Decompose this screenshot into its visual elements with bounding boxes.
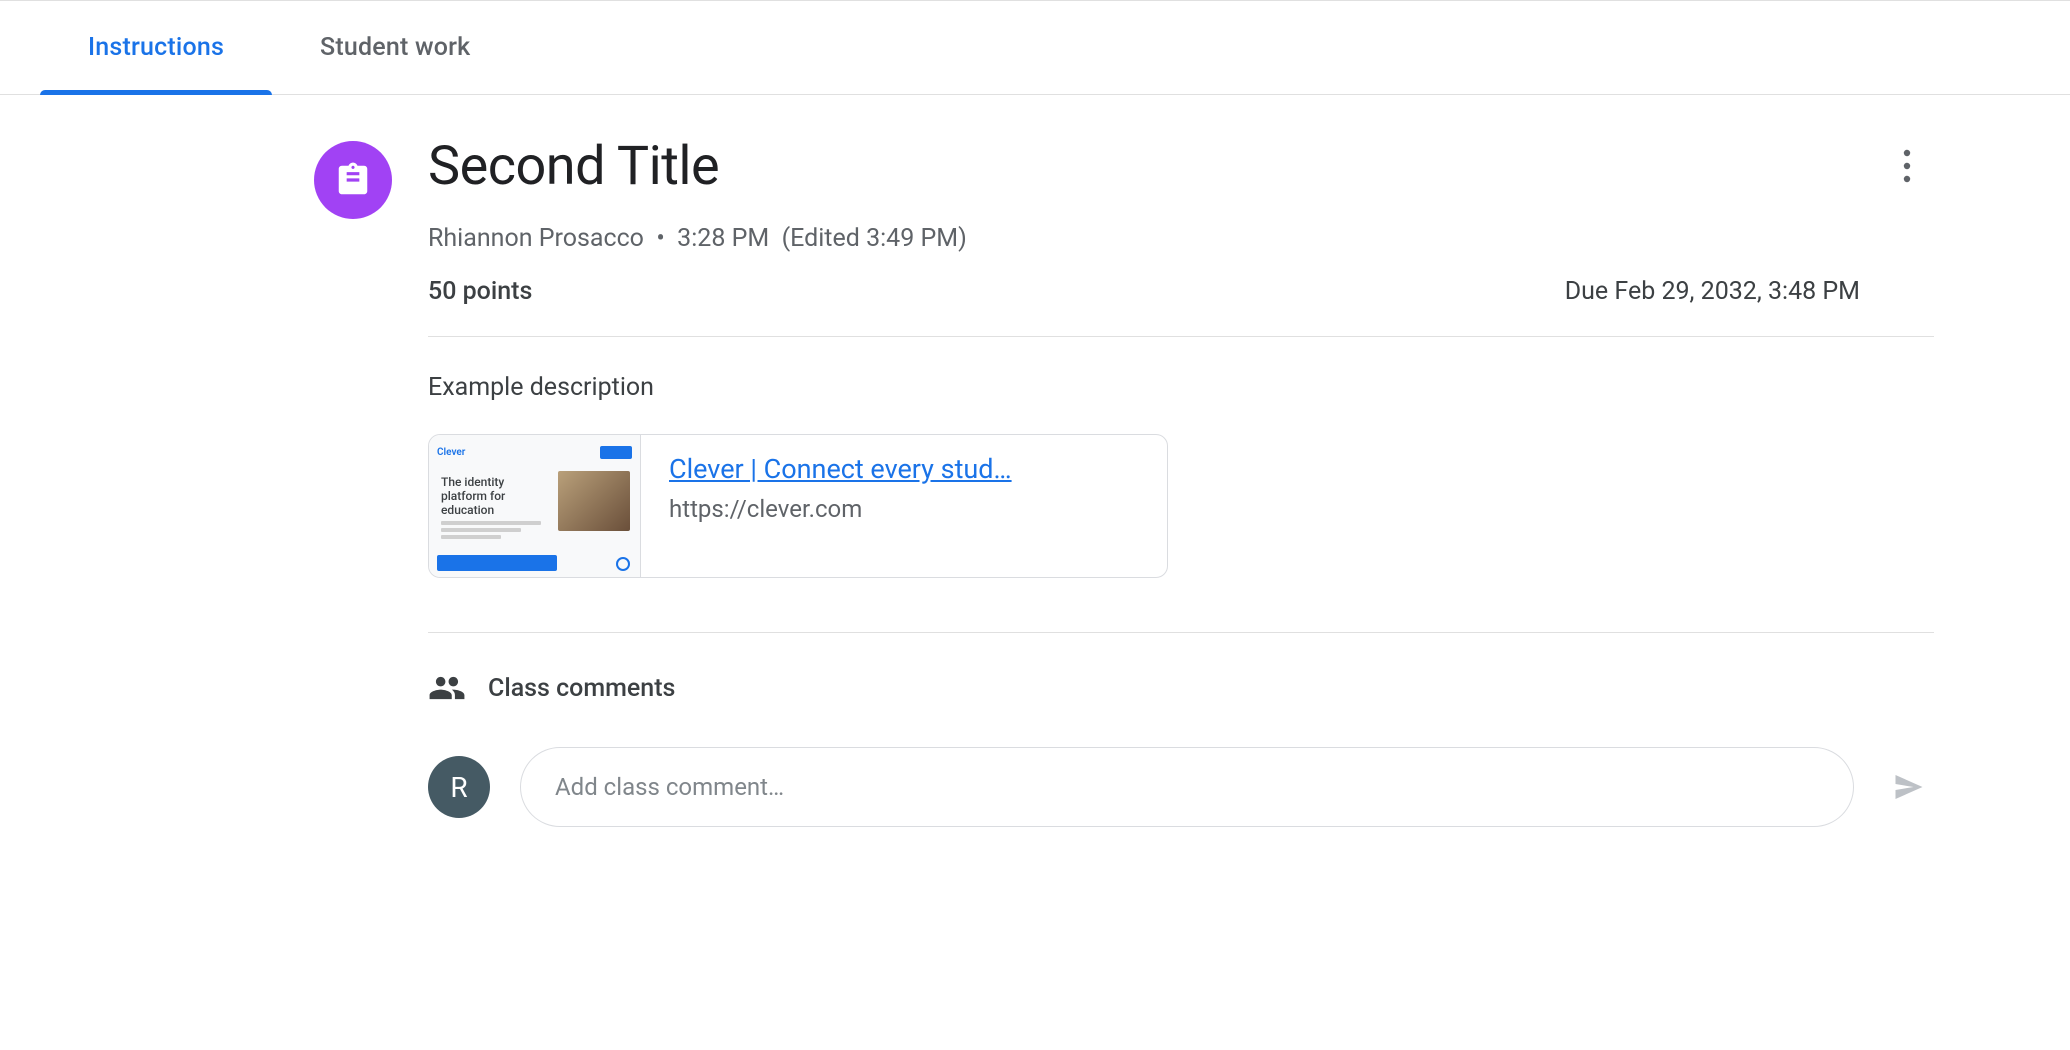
thumb-signin-pill xyxy=(600,446,632,459)
attachment-thumbnail: Clever The identity platform for educati… xyxy=(429,435,641,577)
tab-student-work-label: Student work xyxy=(320,33,470,62)
assignment-author: Rhiannon Prosacco xyxy=(428,224,644,253)
divider xyxy=(428,632,1934,633)
assignment-points: 50 points xyxy=(428,277,532,306)
assignment-header: Second Title Rhiannon Prosacco • 3:28 PM… xyxy=(314,135,1934,306)
thumb-subtext xyxy=(441,521,541,541)
assignment-byline: Rhiannon Prosacco • 3:28 PM (Edited 3:49… xyxy=(428,224,1860,253)
avatar-initial: R xyxy=(450,771,467,804)
send-icon xyxy=(1891,769,1927,805)
assignment-meta-row: 50 points Due Feb 29, 2032, 3:48 PM xyxy=(428,277,1860,306)
send-comment-button[interactable] xyxy=(1884,762,1934,812)
assignment-header-main: Second Title Rhiannon Prosacco • 3:28 PM… xyxy=(428,135,1860,306)
attachment-card[interactable]: Clever The identity platform for educati… xyxy=(428,434,1168,578)
more-options-button[interactable] xyxy=(1880,139,1934,193)
assignment-title: Second Title xyxy=(428,135,1860,198)
assignment-content: Second Title Rhiannon Prosacco • 3:28 PM… xyxy=(314,135,1934,827)
attachment-url: https://clever.com xyxy=(669,495,1139,523)
assignment-edited-time: 3:49 PM xyxy=(866,224,958,253)
thumb-photo xyxy=(558,471,630,531)
assignment-edited-label: Edited xyxy=(790,224,860,253)
clipboard-icon xyxy=(334,161,372,199)
tab-instructions[interactable]: Instructions xyxy=(40,1,272,94)
tab-student-work[interactable]: Student work xyxy=(272,1,518,94)
attachment-info: Clever | Connect every stud… https://cle… xyxy=(641,435,1167,577)
thumb-bottom-bar xyxy=(437,555,557,571)
people-icon xyxy=(428,669,466,707)
assignment-body: Example description Clever The identity … xyxy=(428,336,1934,827)
assignment-due: Due Feb 29, 2032, 3:48 PM xyxy=(1565,277,1860,306)
assignment-description: Example description xyxy=(428,373,1934,402)
attachment-title: Clever | Connect every stud… xyxy=(669,453,1139,485)
tabs-bar: Instructions Student work xyxy=(0,0,2070,95)
thumb-logo: Clever xyxy=(437,447,465,458)
tab-instructions-label: Instructions xyxy=(88,33,224,62)
comment-input-row: R xyxy=(428,747,1934,827)
class-comments-header: Class comments xyxy=(428,669,1934,707)
thumb-corner-icon xyxy=(616,557,630,571)
assignment-icon xyxy=(314,141,392,219)
avatar: R xyxy=(428,756,490,818)
class-comment-input[interactable] xyxy=(520,747,1854,827)
more-vert-icon xyxy=(1903,149,1911,183)
assignment-posted-time: 3:28 PM xyxy=(677,224,769,253)
divider xyxy=(428,336,1934,337)
class-comments-label: Class comments xyxy=(488,674,675,703)
thumb-headline: The identity platform for education xyxy=(441,475,551,517)
